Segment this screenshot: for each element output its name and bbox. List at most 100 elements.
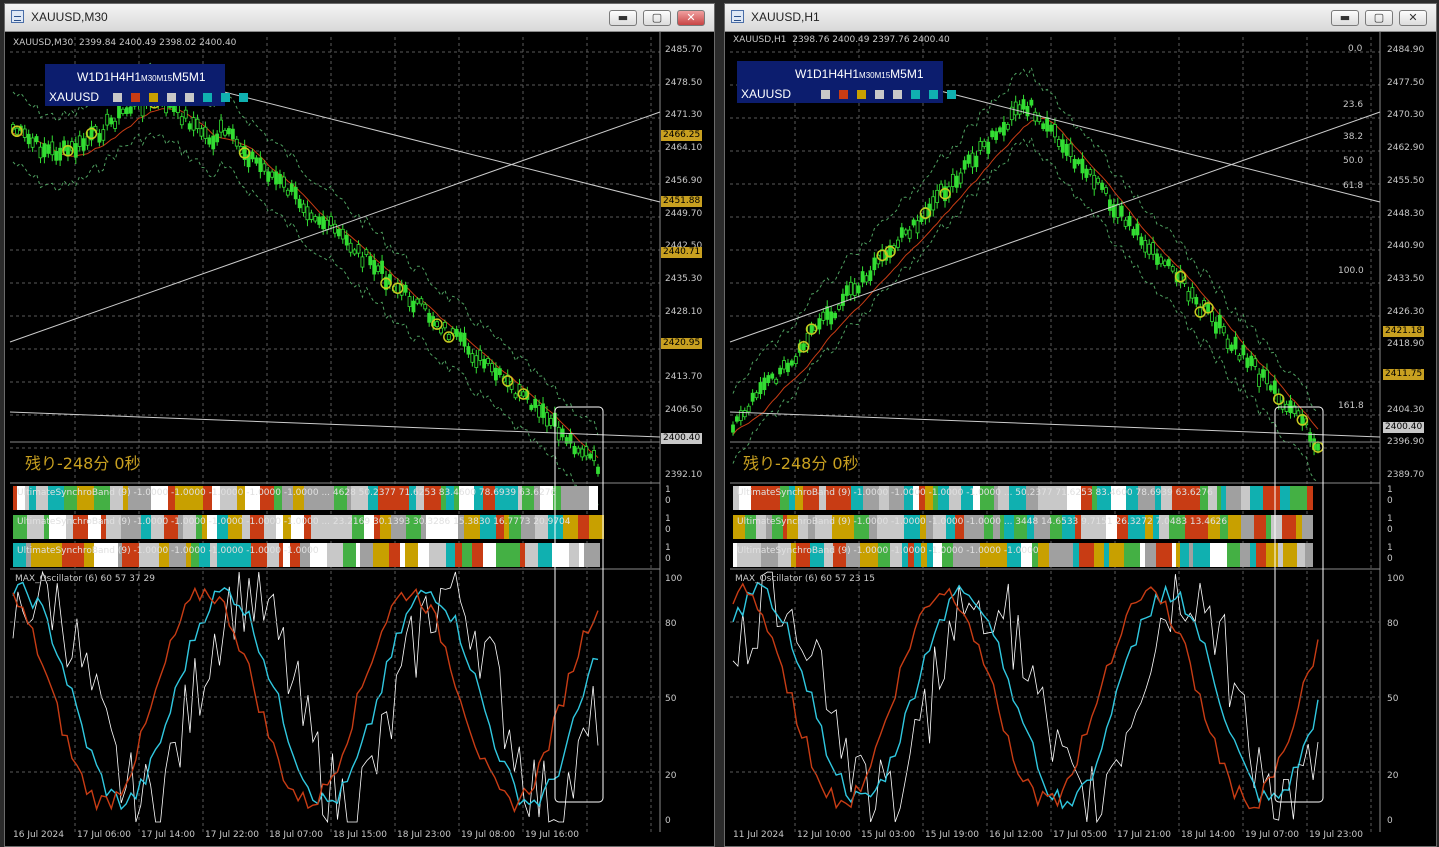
synchro-band-cell	[1109, 543, 1124, 567]
window-title: XAUUSD,H1	[751, 10, 820, 24]
candle-body	[46, 144, 51, 154]
synchro-band-cell	[360, 543, 373, 567]
minimize-button[interactable]: ▬	[1331, 10, 1359, 26]
candle-body	[1060, 139, 1065, 153]
timeframe-m30[interactable]: M30	[141, 74, 157, 83]
trend-line	[9, 411, 661, 438]
band-axis-label: 1	[1387, 514, 1393, 524]
candle-body	[285, 189, 290, 196]
timeframe-m30[interactable]: M30	[859, 71, 875, 80]
candle-body	[852, 283, 857, 296]
maximize-button[interactable]: ▢	[1365, 10, 1393, 26]
chart-window-h1[interactable]: XAUUSD,H1 ▬ ▢ ✕ XAUUSD,H1 2398.76 2400.4…	[724, 3, 1437, 847]
candle-body	[833, 312, 837, 319]
timeframe-h4[interactable]: H4	[110, 70, 125, 84]
synchro-band-cell	[1280, 486, 1290, 510]
candle-body	[895, 239, 900, 248]
bollinger-upper	[732, 66, 1319, 413]
candle-body	[986, 141, 991, 154]
window-titlebar[interactable]: XAUUSD,H1 ▬ ▢ ✕	[725, 4, 1436, 32]
synchro-band-cell	[1266, 515, 1271, 539]
candle-body	[801, 343, 806, 351]
candle-body	[596, 466, 600, 474]
chart-header: XAUUSD,M30 2399.84 2400.49 2398.02 2400.…	[13, 38, 237, 48]
time-axis-label: 17 Jul 14:00	[141, 830, 195, 840]
timeframe-h1[interactable]: H1	[844, 67, 859, 81]
fibonacci-level-label: 38.2	[1343, 132, 1364, 142]
window-titlebar[interactable]: XAUUSD,M30 ▬ ▢ ✕	[5, 4, 714, 32]
oscillator-axis-label: 50	[665, 694, 677, 704]
minimize-button[interactable]: ▬	[609, 10, 637, 26]
close-button[interactable]: ✕	[677, 10, 705, 26]
band-axis-label: 0	[1387, 496, 1393, 506]
candle-body	[966, 154, 971, 164]
timeframe-m15[interactable]: M15	[875, 71, 891, 80]
candle-body	[333, 223, 337, 234]
candle-body	[223, 129, 227, 136]
chart-window-icon	[731, 10, 744, 23]
timeframe-m5[interactable]: M5	[890, 67, 907, 81]
timeframe-w1[interactable]: W1	[77, 70, 95, 84]
synchro-band-cell	[1210, 543, 1220, 567]
candle-body	[1265, 369, 1269, 385]
timeframe-labels: W1D1H4H1M30M15M5M1	[795, 67, 924, 81]
candle-body	[954, 175, 959, 188]
time-axis-label: 19 Jul 08:00	[461, 830, 515, 840]
candle-body	[395, 282, 400, 294]
candle-body	[494, 367, 498, 381]
synchro-band-cell	[412, 543, 418, 567]
oscillator-axis-label: 80	[665, 619, 677, 629]
candle-body	[1257, 373, 1262, 387]
candle-body	[219, 119, 223, 133]
candle-body	[278, 173, 282, 185]
candle-body	[899, 227, 904, 238]
price-level-box: 2400.40	[661, 433, 703, 444]
time-axis-label: 17 Jul 21:00	[1117, 830, 1171, 840]
candle-body	[505, 374, 510, 388]
price-axis-label: 2471.30	[665, 110, 703, 121]
price-axis-label: 2418.90	[1387, 339, 1425, 350]
time-axis-label: 15 Jul 03:00	[861, 830, 915, 840]
candle-body	[258, 157, 263, 173]
synchro-band-cell	[1189, 543, 1193, 567]
price-chart-canvas[interactable]	[725, 32, 1436, 846]
candle-body	[793, 356, 798, 365]
candle-body	[580, 448, 585, 458]
price-axis-label: 2406.50	[665, 404, 703, 415]
candle-body	[187, 123, 192, 130]
time-axis-label: 19 Jul 23:00	[1309, 830, 1363, 840]
timeframe-w1[interactable]: W1	[795, 67, 813, 81]
candle-body	[183, 109, 188, 119]
maximize-button[interactable]: ▢	[643, 10, 671, 26]
timeframe-status-square	[203, 93, 212, 102]
chart-window-m30[interactable]: XAUUSD,M30 ▬ ▢ ✕ XAUUSD,M30 2399.84 2400…	[4, 3, 715, 847]
candle-body	[1214, 321, 1218, 334]
price-chart-canvas[interactable]	[5, 32, 714, 846]
synchro-band-cell	[1307, 486, 1313, 510]
timeframe-d1[interactable]: D1	[813, 67, 828, 81]
timeframe-m1[interactable]: M1	[907, 67, 924, 81]
timeframe-m15[interactable]: M15	[157, 74, 173, 83]
timeframe-h4[interactable]: H4	[828, 67, 843, 81]
synchro-band-cell	[1266, 543, 1278, 567]
price-axis-label: 2448.30	[1387, 208, 1425, 219]
timeframe-m1[interactable]: M1	[189, 70, 206, 84]
timeframe-d1[interactable]: D1	[95, 70, 110, 84]
candle-body	[766, 375, 771, 384]
price-level-box: 2411.75	[1383, 369, 1425, 380]
candle-body	[935, 189, 940, 203]
candle-body	[1170, 266, 1175, 272]
candle-body	[774, 378, 779, 384]
candle-body	[1002, 122, 1006, 136]
timeframe-m5[interactable]: M5	[172, 70, 189, 84]
time-axis-label: 18 Jul 07:00	[269, 830, 323, 840]
candle-body	[1013, 101, 1018, 116]
timeframe-h1[interactable]: H1	[126, 70, 141, 84]
candle-body	[22, 128, 27, 138]
candle-body	[54, 150, 59, 161]
synchro-band-cell	[1049, 543, 1065, 567]
candle-body	[297, 198, 302, 209]
synchro-band-cell	[1283, 543, 1297, 567]
candle-body	[1206, 303, 1210, 312]
close-button[interactable]: ✕	[1399, 10, 1427, 26]
